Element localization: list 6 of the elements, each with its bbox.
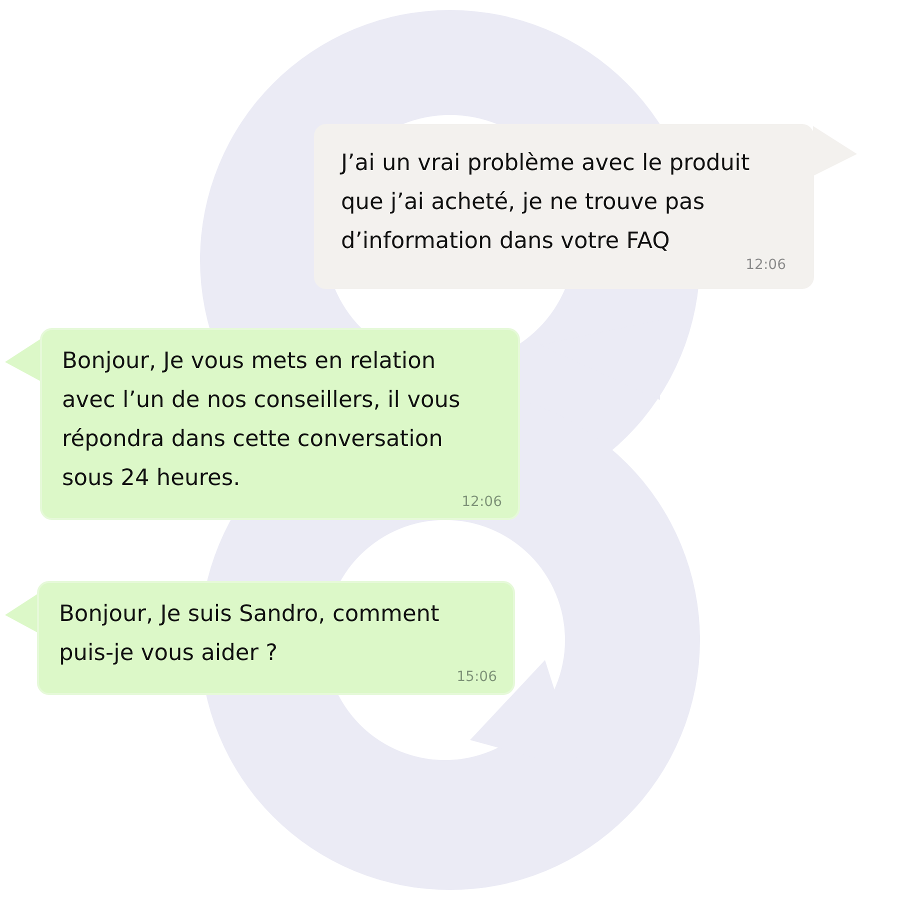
message-text: J’ai un vrai problème avec le produit que j’ai acheté, je ne trouve pas d’information dans votre FAQ bbox=[341, 149, 751, 256]
message-text: Bonjour, Je suis Sandro, comment puis-je vous aider ? bbox=[59, 600, 440, 668]
message-time: 12:06 bbox=[746, 257, 786, 273]
message-time: 15:06 bbox=[456, 669, 497, 685]
message-text: Bonjour, Je vous mets en relation avec l’un de nos conseillers, il vous répondra dans cette conversation sous 24 heures. bbox=[62, 347, 462, 493]
message-time: 12:06 bbox=[462, 494, 502, 510]
